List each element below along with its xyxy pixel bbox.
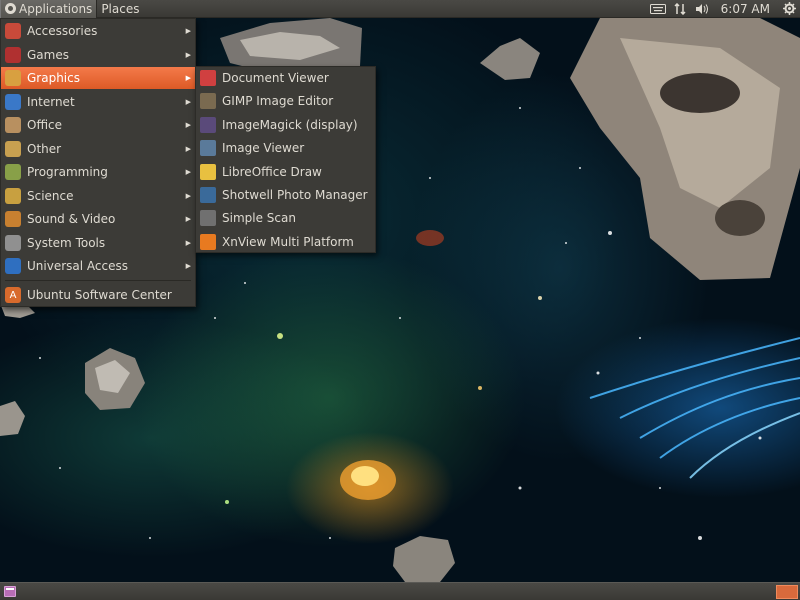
network-icon[interactable]: [669, 0, 691, 18]
menu-item-label: Internet: [27, 94, 75, 109]
menu-item-ubuntu-software-center[interactable]: A Ubuntu Software Center: [1, 284, 195, 306]
applications-menu-button[interactable]: Applications: [0, 0, 98, 18]
internet-icon: [5, 93, 21, 110]
submenu-item-xnview-multi-platform[interactable]: XnView Multi Platform: [196, 231, 375, 253]
menu-item-label: Sound & Video: [27, 212, 116, 226]
submenu-item-label: GIMP Image Editor: [222, 94, 334, 109]
top-panel: Applications Places 6:07 AM: [0, 0, 800, 18]
menu-item-label: Ubuntu Software Center: [27, 288, 172, 302]
submenu-arrow-icon: ▶: [185, 215, 191, 223]
submenu-item-label: Shotwell Photo Manager: [222, 188, 368, 202]
menu-item-system-tools[interactable]: System Tools ▶: [1, 232, 195, 254]
simple-scan-icon: [200, 210, 216, 227]
places-menu-button[interactable]: Places: [97, 0, 143, 18]
accessories-icon: [5, 23, 21, 39]
menu-item-label: Science: [27, 188, 74, 203]
submenu-item-label: Simple Scan: [222, 211, 296, 226]
menu-item-programming[interactable]: Programming ▶: [1, 161, 195, 183]
submenu-item-imagemagick-display[interactable]: ImageMagick (display): [196, 114, 375, 136]
clock[interactable]: 6:07 AM: [713, 2, 778, 16]
menu-item-label: Office: [27, 118, 63, 132]
keyboard-icon[interactable]: [647, 0, 669, 18]
menu-item-games[interactable]: Games ▶: [1, 44, 195, 66]
submenu-arrow-icon: ▶: [185, 262, 191, 270]
menu-item-other[interactable]: Other ▶: [1, 138, 195, 160]
graphics-icon: [5, 70, 21, 86]
submenu-arrow-icon: ▶: [185, 238, 191, 247]
science-icon: [5, 187, 21, 204]
submenu-item-label: Image Viewer: [222, 141, 305, 156]
libreoffice-draw-icon: [200, 163, 216, 180]
games-icon: [5, 46, 21, 63]
submenu-item-label: XnView Multi Platform: [222, 234, 354, 249]
submenu-arrow-icon: ▶: [185, 50, 191, 59]
submenu-item-simple-scan[interactable]: Simple Scan: [196, 207, 375, 229]
places-label: Places: [101, 1, 140, 16]
show-desktop-button[interactable]: [4, 586, 16, 597]
software-center-icon: A: [5, 287, 21, 303]
applications-menu: Accessories ▶ Games ▶ Graphics ▶ Internet ▶ Offi…: [0, 18, 196, 307]
panel-indicators: 6:07 AM: [647, 0, 800, 18]
menu-item-universal-access[interactable]: Universal Access ▶: [1, 255, 195, 277]
menu-separator: [5, 280, 191, 281]
submenu-arrow-icon: ▶: [185, 27, 191, 35]
graphics-submenu: Document Viewer GIMP Image Editor ImageMag…: [195, 66, 376, 253]
nebula-burst: [340, 230, 444, 500]
menu-item-internet[interactable]: Internet ▶: [1, 91, 195, 113]
applications-label: Applications: [19, 1, 93, 16]
menu-item-label: Accessories: [27, 24, 98, 38]
menu-item-science[interactable]: Science ▶: [1, 185, 195, 207]
submenu-arrow-icon: ▶: [185, 97, 191, 106]
imagemagick-icon: [200, 116, 216, 133]
submenu-item-label: ImageMagick (display): [222, 117, 358, 132]
document-viewer-icon: [200, 70, 216, 86]
submenu-item-gimp-image-editor[interactable]: GIMP Image Editor: [196, 90, 375, 112]
office-icon: [5, 117, 21, 133]
menu-item-label: Universal Access: [27, 259, 128, 273]
volume-icon[interactable]: [691, 0, 713, 18]
menu-item-label: Games: [27, 47, 69, 62]
image-viewer-icon: [200, 140, 216, 157]
menu-item-sound-video[interactable]: Sound & Video ▶: [1, 208, 195, 230]
menu-item-accessories[interactable]: Accessories ▶: [1, 20, 195, 42]
shotwell-icon: [200, 187, 216, 203]
ubuntu-logo-icon: [5, 3, 16, 14]
submenu-arrow-icon: ▶: [185, 74, 191, 82]
submenu-item-image-viewer[interactable]: Image Viewer: [196, 137, 375, 159]
menu-item-label: Graphics: [27, 71, 80, 85]
submenu-item-document-viewer[interactable]: Document Viewer: [196, 67, 375, 89]
bottom-panel: [0, 582, 800, 600]
other-icon: [5, 140, 21, 157]
programming-icon: [5, 164, 21, 180]
menu-item-label: Other: [27, 141, 62, 156]
submenu-arrow-icon: ▶: [185, 191, 191, 200]
xnview-icon: [200, 233, 216, 250]
workspace-switcher[interactable]: [776, 585, 798, 599]
session-gear-icon[interactable]: [778, 0, 800, 18]
system-tools-icon: [5, 234, 21, 251]
submenu-item-label: LibreOffice Draw: [222, 164, 322, 179]
submenu-arrow-icon: ▶: [185, 168, 191, 176]
menu-item-label: Programming: [27, 165, 108, 179]
sound-video-icon: [5, 211, 21, 227]
submenu-item-label: Document Viewer: [222, 71, 329, 85]
submenu-item-libreoffice-draw[interactable]: LibreOffice Draw: [196, 161, 375, 183]
menu-item-label: System Tools: [27, 235, 106, 250]
submenu-item-shotwell-photo-manager[interactable]: Shotwell Photo Manager: [196, 184, 375, 206]
submenu-arrow-icon: ▶: [185, 144, 191, 153]
submenu-arrow-icon: ▶: [185, 121, 191, 129]
menu-item-office[interactable]: Office ▶: [1, 114, 195, 136]
blue-energy-streaks: [589, 337, 800, 479]
gimp-icon: [200, 93, 216, 110]
universal-access-icon: [5, 258, 21, 274]
menu-item-graphics[interactable]: Graphics ▶: [1, 67, 195, 89]
